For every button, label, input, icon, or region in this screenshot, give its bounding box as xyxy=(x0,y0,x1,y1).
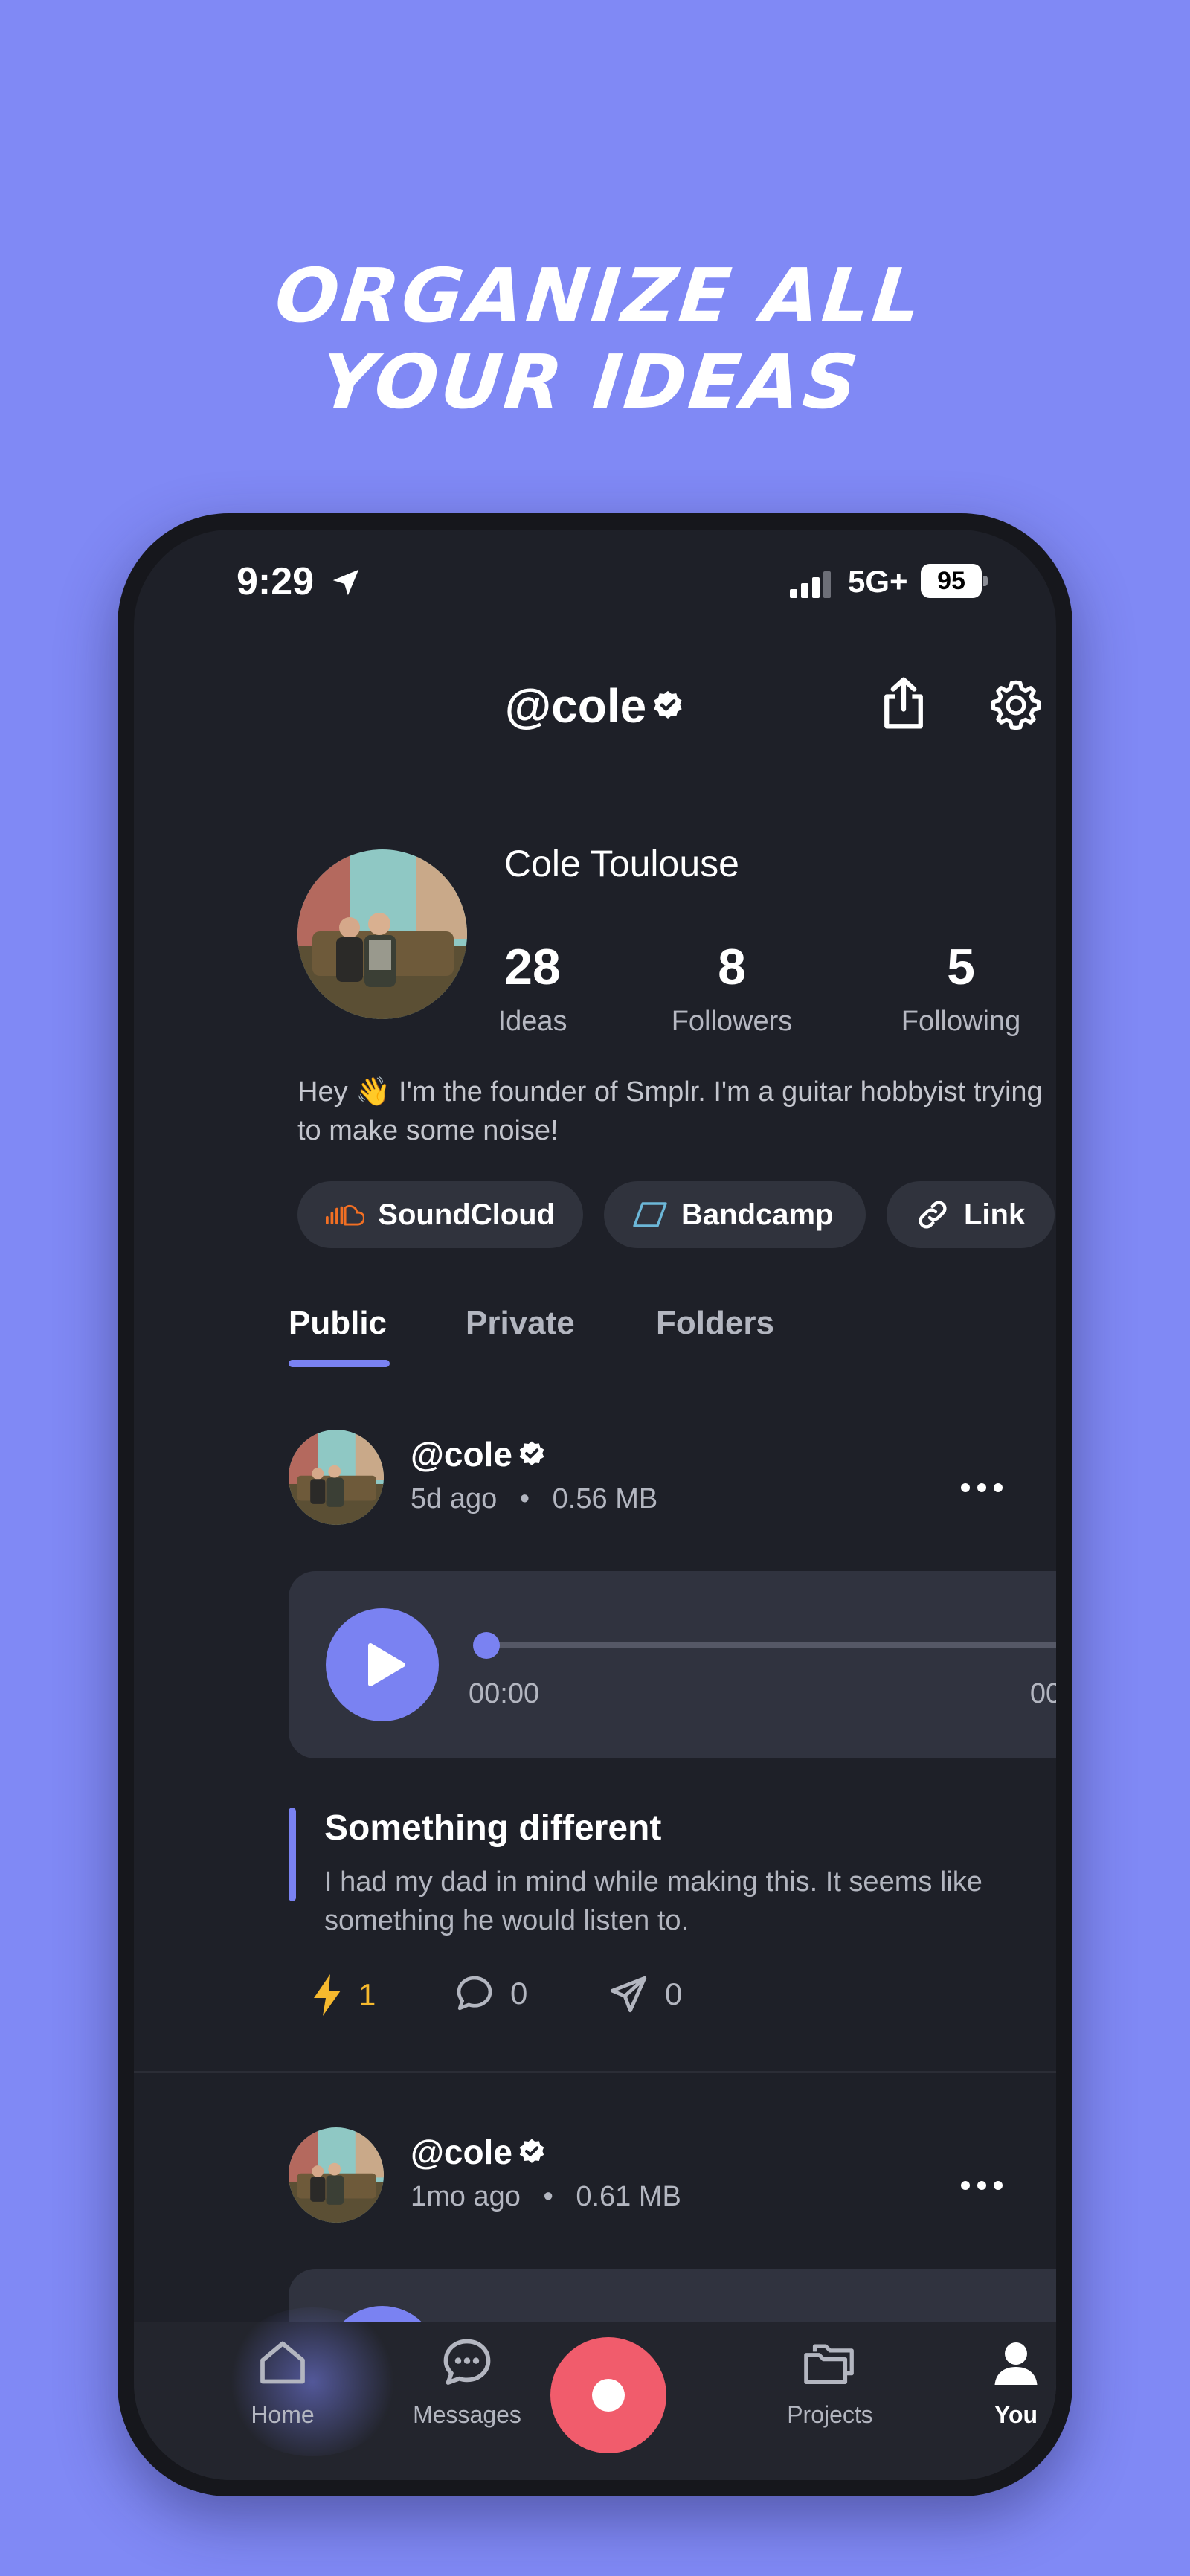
promo-headline-line2: YOUR IDEAS xyxy=(316,338,865,425)
stat-followers-label: Followers xyxy=(671,1006,793,1037)
signal-icon xyxy=(790,571,831,598)
progress-track[interactable] xyxy=(473,1632,1056,1659)
header-handle: @cole xyxy=(504,679,647,733)
link-icon xyxy=(919,1201,947,1229)
meta-separator: • xyxy=(519,1483,530,1515)
share-action[interactable]: 0 xyxy=(607,1973,682,2016)
tab-private[interactable]: Private xyxy=(466,1305,575,1342)
share-count: 0 xyxy=(665,1976,683,2011)
post-meta: 1mo ago • 0.61 MB xyxy=(411,2181,681,2213)
stat-ideas[interactable]: 28 Ideas xyxy=(443,937,622,1038)
stat-following-value: 5 xyxy=(947,939,975,995)
post-size: 0.56 MB xyxy=(552,1483,658,1515)
folder-icon xyxy=(804,2344,854,2384)
phone-frame: 9:29 5G+ 95 @cole Cole Toulouse 28 Ideas… xyxy=(118,513,1072,2496)
post-handle[interactable]: @cole xyxy=(411,1434,547,1474)
app-screen: 9:29 5G+ 95 @cole Cole Toulouse 28 Ideas… xyxy=(134,530,1056,2480)
verified-badge-icon xyxy=(519,2139,544,2163)
tab-active-indicator xyxy=(289,1360,390,1367)
promo-headline-line1: ORGANIZE ALL xyxy=(271,252,928,339)
stat-ideas-value: 28 xyxy=(504,939,561,995)
stat-followers[interactable]: 8 Followers xyxy=(643,937,821,1038)
share-icon[interactable] xyxy=(878,675,930,730)
profile-bio: Hey 👋 I'm the founder of Smplr. I'm a gu… xyxy=(298,1076,1043,1146)
post-size: 0.61 MB xyxy=(576,2181,681,2212)
comment-icon xyxy=(457,1976,492,2011)
more-icon[interactable] xyxy=(959,2180,1004,2191)
nav-home[interactable]: Home xyxy=(201,2336,364,2429)
comment-count: 0 xyxy=(510,1976,528,2011)
stat-following-label: Following xyxy=(901,1006,1021,1037)
avatar-photo xyxy=(298,849,467,1019)
link-chip-link[interactable]: Link xyxy=(887,1181,1055,1248)
tab-public[interactable]: Public xyxy=(289,1305,387,1342)
profile-avatar[interactable] xyxy=(298,849,467,1019)
nav-you-label: You xyxy=(994,2401,1038,2428)
battery-tip xyxy=(983,576,988,586)
tab-folders[interactable]: Folders xyxy=(656,1305,774,1342)
status-time: 9:29 xyxy=(237,560,315,603)
network-type: 5G+ xyxy=(848,564,908,599)
bandcamp-icon xyxy=(633,1202,667,1227)
promo-headline: ORGANIZE ALL YOUR IDEAS xyxy=(0,252,1190,425)
lightning-icon xyxy=(314,1974,341,2016)
progress-knob[interactable] xyxy=(473,1632,500,1659)
nav-messages[interactable]: Messages xyxy=(385,2336,549,2429)
send-icon xyxy=(610,1976,647,2013)
play-icon xyxy=(368,1643,405,1686)
post-title: Something different xyxy=(324,1808,662,1848)
meta-separator: • xyxy=(543,2181,553,2212)
post-accent-bar xyxy=(289,1808,296,1901)
bottom-nav: Home Messages Projects You xyxy=(134,2307,1056,2480)
stat-following[interactable]: 5 Following xyxy=(872,937,1050,1038)
avatar-photo xyxy=(289,1430,384,1525)
comment-action[interactable]: 0 xyxy=(454,1973,527,2014)
verified-badge-icon xyxy=(654,690,682,719)
post-handle[interactable]: @cole xyxy=(411,2132,547,2172)
link-chip-bandcamp[interactable]: Bandcamp xyxy=(604,1181,866,1248)
time-current: 00:00 xyxy=(469,1678,540,1709)
gear-icon[interactable] xyxy=(989,678,1043,732)
nav-home-label: Home xyxy=(251,2401,315,2428)
nav-projects-label: Projects xyxy=(787,2401,873,2428)
link-chip-link-label: Link xyxy=(964,1198,1026,1231)
nav-projects[interactable]: Projects xyxy=(748,2336,912,2429)
status-bar: 9:29 5G+ 95 xyxy=(134,543,1056,617)
soundcloud-icon xyxy=(326,1205,365,1226)
record-icon xyxy=(592,2379,625,2412)
stat-followers-value: 8 xyxy=(718,939,746,995)
post-avatar[interactable] xyxy=(289,1430,384,1525)
post-age: 1mo ago xyxy=(411,2181,521,2212)
verified-badge-icon xyxy=(519,1441,544,1465)
post-meta: 5d ago • 0.56 MB xyxy=(411,1483,657,1515)
nav-you[interactable]: You xyxy=(934,2336,1056,2429)
messages-icon xyxy=(443,2339,491,2385)
record-button[interactable] xyxy=(550,2337,666,2453)
link-chip-soundcloud[interactable]: SoundCloud xyxy=(298,1181,583,1248)
stat-ideas-label: Ideas xyxy=(498,1006,567,1037)
audio-player: 00:00 00:37 xyxy=(289,1571,1056,1758)
home-icon xyxy=(260,2341,305,2384)
nav-messages-label: Messages xyxy=(413,2401,521,2428)
play-button[interactable] xyxy=(326,1608,439,1721)
post-avatar[interactable] xyxy=(289,2127,384,2223)
post-divider xyxy=(134,2071,1056,2073)
location-arrow-icon xyxy=(332,569,359,596)
profile-name: Cole Toulouse xyxy=(504,843,739,884)
post-description: I had my dad in mind while making this. … xyxy=(324,1866,982,1936)
post-handle-text: @cole xyxy=(411,2133,512,2171)
user-icon xyxy=(994,2342,1038,2385)
link-chip-soundcloud-label: SoundCloud xyxy=(378,1198,555,1231)
post-handle-text: @cole xyxy=(411,1435,512,1474)
time-duration: 00:37 xyxy=(1029,1678,1056,1709)
more-icon[interactable] xyxy=(959,1482,1004,1494)
link-chip-bandcamp-label: Bandcamp xyxy=(681,1198,834,1231)
battery-level: 95 xyxy=(921,564,982,598)
post-age: 5d ago xyxy=(411,1483,498,1515)
like-count: 1 xyxy=(358,1977,376,2012)
like-action[interactable]: 1 xyxy=(311,1973,376,2017)
avatar-photo xyxy=(289,2127,384,2223)
